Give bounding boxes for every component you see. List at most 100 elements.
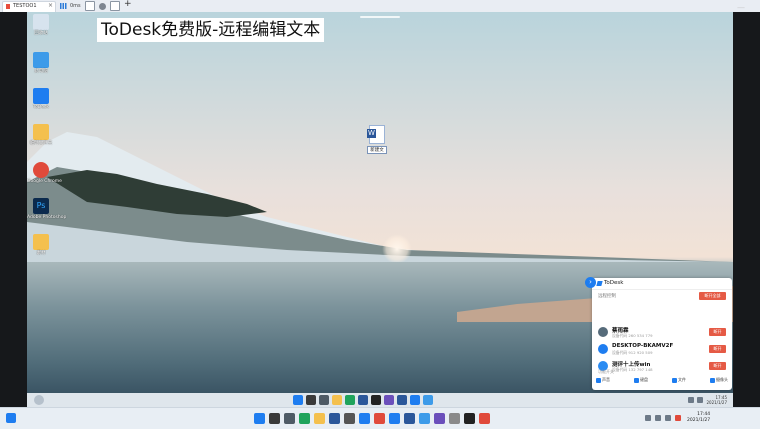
volume-icon[interactable]: [665, 415, 671, 421]
edge-icon[interactable]: [345, 395, 355, 405]
fullscreen-icon[interactable]: [109, 1, 120, 11]
recycle-bin-icon: [33, 14, 49, 30]
remote-taskbar: 17:45 2021/1/27: [27, 393, 733, 407]
word-icon[interactable]: [397, 395, 407, 405]
search-icon[interactable]: [269, 413, 280, 424]
speaker-icon: [596, 377, 601, 383]
new-tab-button[interactable]: +: [124, 0, 132, 9]
app-icon[interactable]: [434, 413, 445, 424]
app-icon[interactable]: [384, 395, 394, 405]
task-view-icon[interactable]: [284, 413, 295, 424]
keyboard-icon: [634, 377, 639, 383]
camera-icon: [710, 377, 715, 383]
desktop-icon-label: 此电脑: [34, 69, 48, 74]
edge-icon[interactable]: [299, 413, 310, 424]
desktop-icon-todesk[interactable]: ToDesk: [27, 88, 55, 111]
window-mode-icon[interactable]: [84, 1, 95, 11]
keyboard-toggle[interactable]: 键盘: [634, 377, 648, 383]
remote-clock[interactable]: 17:45 2021/1/27: [706, 395, 727, 405]
todesk-panel-subtitle: 远程控制: [598, 294, 616, 299]
word-file-icon: W: [367, 125, 385, 144]
desktop-icon-folder[interactable]: 临时文件夹: [27, 124, 55, 147]
signal-indicator[interactable]: 0ms: [60, 2, 81, 10]
chevron-up-icon[interactable]: [645, 415, 651, 421]
disconnect-all-button[interactable]: 断开全部: [699, 292, 726, 300]
tray-app-icon[interactable]: [675, 415, 681, 421]
terminal-icon[interactable]: [371, 395, 381, 405]
network-icon[interactable]: [655, 415, 661, 421]
remote-taskbar-apps: [293, 395, 433, 405]
remote-toolbar-handle[interactable]: [360, 16, 400, 18]
host-tab[interactable]: TESTOO1 ×: [2, 1, 56, 12]
desktop-icon-this-pc[interactable]: 此电脑: [27, 52, 55, 75]
app-icon[interactable]: [419, 413, 430, 424]
folder-icon: [33, 124, 49, 140]
desktop-icon-label: 素材: [36, 251, 46, 256]
desktop-icon-label: Google Chrome: [27, 179, 62, 184]
desktop-icon-recycle-bin[interactable]: 回收站: [27, 14, 55, 37]
tab-favicon-icon: [6, 4, 10, 9]
app-icon[interactable]: [344, 413, 355, 424]
desktop-icon-label: Adobe Photoshop: [27, 215, 67, 220]
store-icon[interactable]: [358, 395, 368, 405]
todesk-icon[interactable]: [410, 395, 420, 405]
task-view-icon[interactable]: [319, 395, 329, 405]
word-document-file[interactable]: W 新建文: [367, 125, 387, 154]
search-icon[interactable]: [306, 395, 316, 405]
sound-toggle[interactable]: 声音: [596, 377, 610, 383]
clock-date: 2021/1/27: [687, 418, 711, 423]
minimize-button[interactable]: —: [737, 3, 745, 12]
word-file-label[interactable]: 新建文: [367, 146, 387, 154]
remote-desktop[interactable]: ToDesk免费版-远程编辑文本 回收站 此电脑 ToDesk 临时文件夹 Go…: [27, 12, 733, 407]
file-explorer-icon[interactable]: [314, 413, 325, 424]
photoshop-icon: Ps: [33, 198, 49, 214]
widgets-icon[interactable]: [6, 413, 16, 423]
start-icon[interactable]: [254, 413, 265, 424]
app-icon[interactable]: [423, 395, 433, 405]
letterbox-right: [733, 12, 760, 407]
settings-icon[interactable]: [98, 2, 106, 10]
close-tab-icon[interactable]: ×: [48, 2, 53, 9]
app-icon[interactable]: [479, 413, 490, 424]
local-taskbar: 17:44 2021/1/27: [0, 407, 760, 429]
app-icon[interactable]: [449, 413, 460, 424]
local-taskbar-apps: [254, 413, 490, 424]
todesk-panel-header: ToDesk: [592, 278, 732, 290]
tray-icon[interactable]: [697, 397, 704, 403]
desktop-icon-chrome[interactable]: Google Chrome: [27, 162, 62, 185]
chrome-icon[interactable]: [374, 413, 385, 424]
desktop-icon-label: 回收站: [34, 31, 48, 36]
app-icon[interactable]: [389, 413, 400, 424]
disconnect-button[interactable]: 断开: [709, 362, 726, 370]
toggle-label: 声音: [602, 377, 610, 382]
app-icon[interactable]: [464, 413, 475, 424]
toggle-label: 键盘: [640, 377, 648, 382]
local-clock[interactable]: 17:44 2021/1/27: [687, 412, 710, 424]
desktop-icon-label: 临时文件夹: [29, 141, 53, 146]
file-toggle[interactable]: 文件: [672, 377, 686, 383]
desktop-icon-folder2[interactable]: 素材: [27, 234, 55, 257]
connection-item: DESKTOP-BKAMV2F 设备代码 912 920 509 断开: [598, 342, 726, 356]
remote-widget-icon[interactable]: [34, 395, 44, 405]
disconnect-button[interactable]: 断开: [709, 328, 726, 336]
tray-icon[interactable]: [688, 397, 695, 403]
connection-name: DESKTOP-BKAMV2F: [612, 343, 674, 349]
word-icon[interactable]: [404, 413, 415, 424]
file-explorer-icon[interactable]: [332, 395, 342, 405]
remote-system-tray: 17:45 2021/1/27: [688, 395, 727, 405]
todesk-icon: [33, 88, 49, 104]
chrome-icon: [33, 162, 49, 178]
todesk-logo-icon: [596, 281, 603, 286]
start-icon[interactable]: [293, 395, 303, 405]
camera-toggle[interactable]: 摄像头: [710, 377, 728, 383]
signal-label: 0ms: [70, 3, 81, 9]
mail-icon[interactable]: [329, 413, 340, 424]
todesk-panel-title: ToDesk: [604, 280, 624, 286]
todesk-icon[interactable]: [359, 413, 370, 424]
feature-toggles: 声音 键盘 文件 摄像头: [596, 377, 728, 383]
folder-icon: [33, 234, 49, 250]
desktop-icon-photoshop[interactable]: Ps Adobe Photoshop: [27, 198, 67, 221]
local-system-tray: 17:44 2021/1/27: [645, 412, 710, 424]
disconnect-button[interactable]: 断开: [709, 345, 726, 353]
letterbox-left: [0, 12, 27, 407]
